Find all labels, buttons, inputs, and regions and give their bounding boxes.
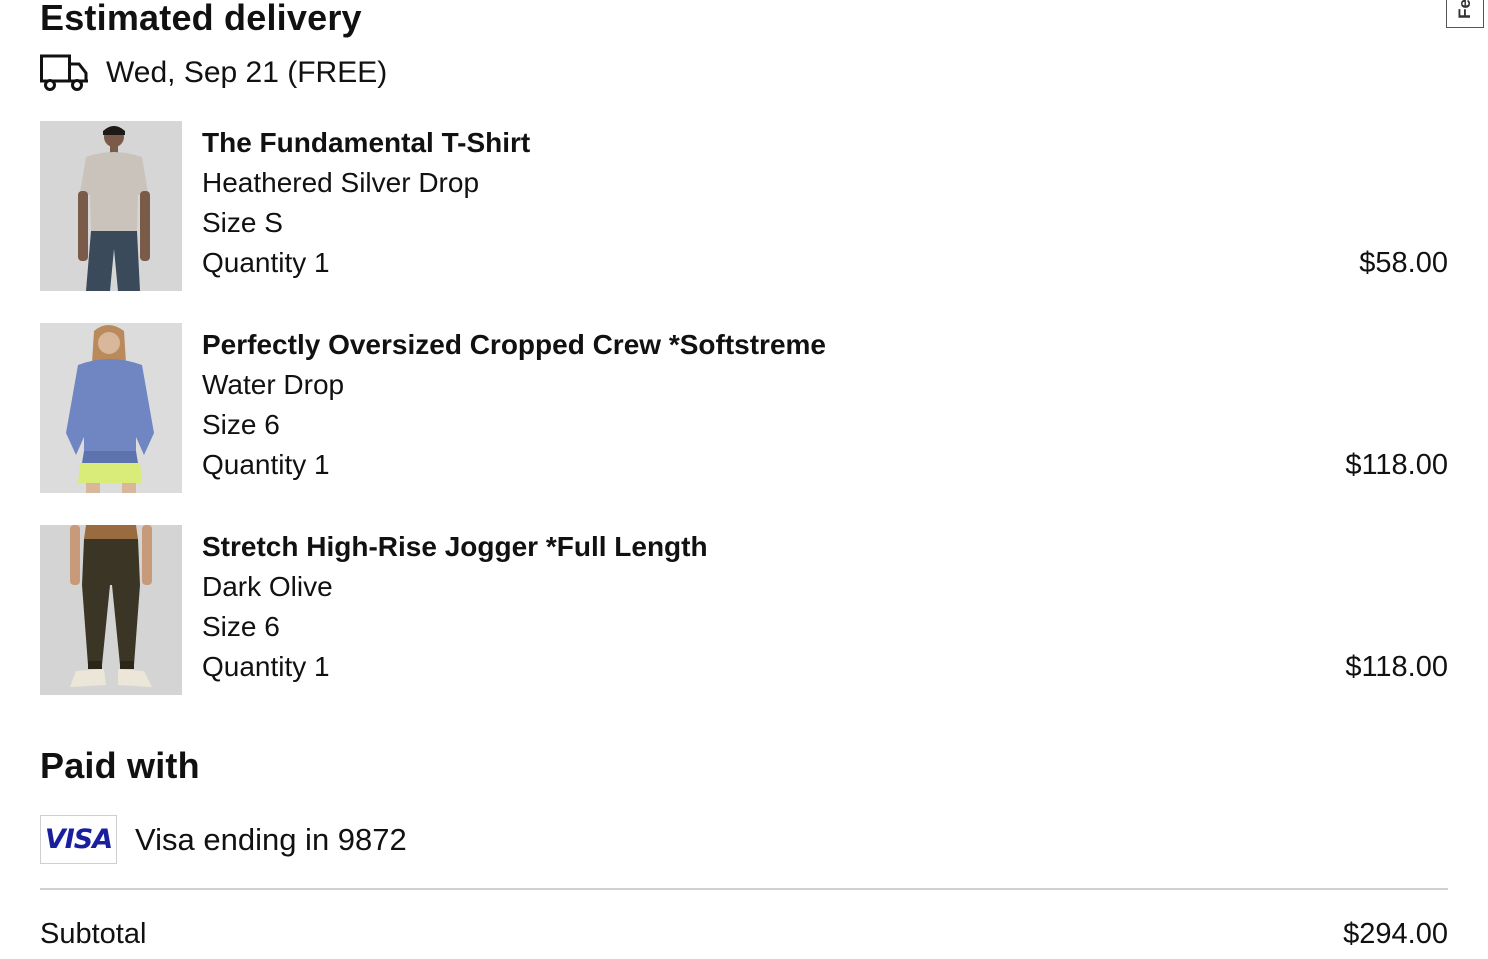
item-quantity: Quantity 1 [202, 449, 330, 480]
payment-card-text: Visa ending in 9872 [135, 821, 407, 857]
item-name[interactable]: Stretch High-Rise Jogger *Full Length [202, 527, 708, 567]
item-color: Water Drop [202, 369, 345, 400]
item-details: Stretch High-Rise Jogger *Full Length Da… [202, 527, 708, 687]
product-image-tshirt[interactable] [40, 121, 182, 291]
item-color: Heathered Silver Drop [202, 167, 480, 198]
feedback-tab-label: Fe [1455, 0, 1474, 19]
item-name[interactable]: Perfectly Oversized Cropped Crew *Softst… [202, 325, 826, 365]
order-item: Stretch High-Rise Jogger *Full Length Da… [40, 525, 1448, 695]
subtotal-value: $294.00 [1343, 918, 1448, 950]
delivery-info: Wed, Sep 21 (FREE) [40, 54, 387, 92]
divider [40, 888, 1448, 890]
item-price: $118.00 [1345, 449, 1448, 481]
item-color: Dark Olive [202, 571, 333, 602]
estimated-delivery-title: Estimated delivery [40, 0, 362, 38]
item-name[interactable]: The Fundamental T-Shirt [202, 123, 530, 163]
subtotal-label: Subtotal [40, 918, 147, 950]
paid-with-title: Paid with [40, 745, 200, 786]
item-price: $58.00 [1359, 247, 1448, 279]
visa-logo: VISA [40, 815, 117, 864]
item-details: The Fundamental T-Shirt Heathered Silver… [202, 123, 530, 283]
item-details: Perfectly Oversized Cropped Crew *Softst… [202, 325, 826, 485]
delivery-date: Wed, Sep 21 (FREE) [106, 56, 388, 89]
truck-icon [40, 54, 88, 91]
item-size: Size 6 [202, 409, 280, 440]
item-quantity: Quantity 1 [202, 651, 330, 682]
order-item: The Fundamental T-Shirt Heathered Silver… [40, 121, 1448, 291]
item-size: Size 6 [202, 611, 280, 642]
product-image-jogger[interactable] [40, 525, 182, 695]
item-size: Size S [202, 207, 283, 238]
item-quantity: Quantity 1 [202, 247, 330, 278]
feedback-tab[interactable]: Fe [1446, 0, 1484, 28]
subtotal-row: Subtotal $294.00 [40, 914, 1448, 956]
product-image-crew[interactable] [40, 323, 182, 493]
item-price: $118.00 [1345, 651, 1448, 683]
order-item: Perfectly Oversized Cropped Crew *Softst… [40, 323, 1448, 493]
payment-method: VISA Visa ending in 9872 [40, 815, 407, 864]
